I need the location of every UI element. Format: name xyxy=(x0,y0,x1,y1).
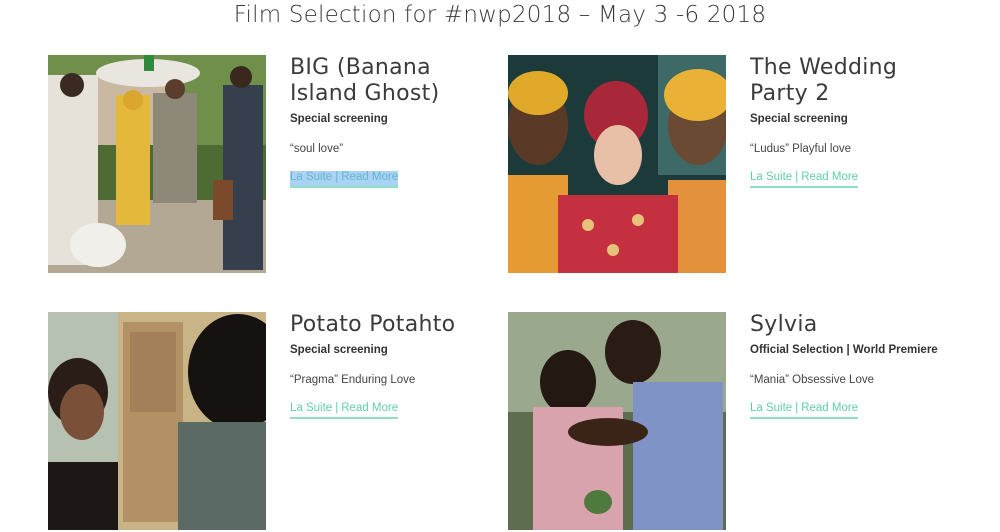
venue-link[interactable]: La Suite xyxy=(750,402,792,414)
film-links: La Suite | Read More xyxy=(750,171,859,188)
film-info-wedding-party-2: The Wedding Party 2 Special screening “L… xyxy=(750,55,965,188)
film-still-wedding-party-2[interactable] xyxy=(508,55,726,273)
film-still-big[interactable] xyxy=(48,55,266,273)
film-card-wedding-party-2: The Wedding Party 2 Special screening “L… xyxy=(508,55,968,275)
film-title[interactable]: Potato Potahto xyxy=(290,312,505,338)
film-category: Special screening xyxy=(290,113,388,125)
film-tagline: “Mania” Obsessive Love xyxy=(750,374,874,386)
film-card-potato-potahto: Potato Potahto Special screening “Pragma… xyxy=(48,312,508,532)
film-card-big: BIG (Banana Island Ghost) Special screen… xyxy=(48,55,508,275)
film-tagline: “Ludus” Playful love xyxy=(750,143,851,155)
film-title[interactable]: BIG (Banana Island Ghost) xyxy=(290,55,505,107)
film-category: Official Selection | World Premiere xyxy=(750,344,938,356)
film-info-sylvia: Sylvia Official Selection | World Premie… xyxy=(750,312,965,419)
film-links: La Suite | Read More xyxy=(290,402,399,419)
link-separator: | xyxy=(795,402,799,414)
film-title[interactable]: The Wedding Party 2 xyxy=(750,55,965,107)
film-still-potato-potahto[interactable] xyxy=(48,312,266,530)
film-category: Special screening xyxy=(750,113,848,125)
venue-link[interactable]: La Suite xyxy=(290,402,332,414)
page-title: Film Selection for #nwp2018 – May 3 -6 2… xyxy=(233,2,767,28)
film-category: Special screening xyxy=(290,344,388,356)
film-card-sylvia: Sylvia Official Selection | World Premie… xyxy=(508,312,968,532)
venue-link[interactable]: La Suite xyxy=(290,171,332,183)
film-title[interactable]: Sylvia xyxy=(750,312,965,338)
film-still-sylvia[interactable] xyxy=(508,312,726,530)
film-tagline: “Pragma” Enduring Love xyxy=(290,374,416,386)
read-more-link[interactable]: Read More xyxy=(341,171,398,183)
link-separator: | xyxy=(335,171,339,183)
film-tagline: “soul love” xyxy=(290,143,344,155)
read-more-link[interactable]: Read More xyxy=(801,171,858,183)
film-info-potato-potahto: Potato Potahto Special screening “Pragma… xyxy=(290,312,505,419)
film-links: La Suite | Read More xyxy=(750,402,859,419)
venue-link[interactable]: La Suite xyxy=(750,171,792,183)
read-more-link[interactable]: Read More xyxy=(801,402,858,414)
read-more-link[interactable]: Read More xyxy=(341,402,398,414)
film-links: La Suite | Read More xyxy=(290,171,399,188)
link-separator: | xyxy=(795,171,799,183)
film-info-big: BIG (Banana Island Ghost) Special screen… xyxy=(290,55,505,188)
link-separator: | xyxy=(335,402,339,414)
